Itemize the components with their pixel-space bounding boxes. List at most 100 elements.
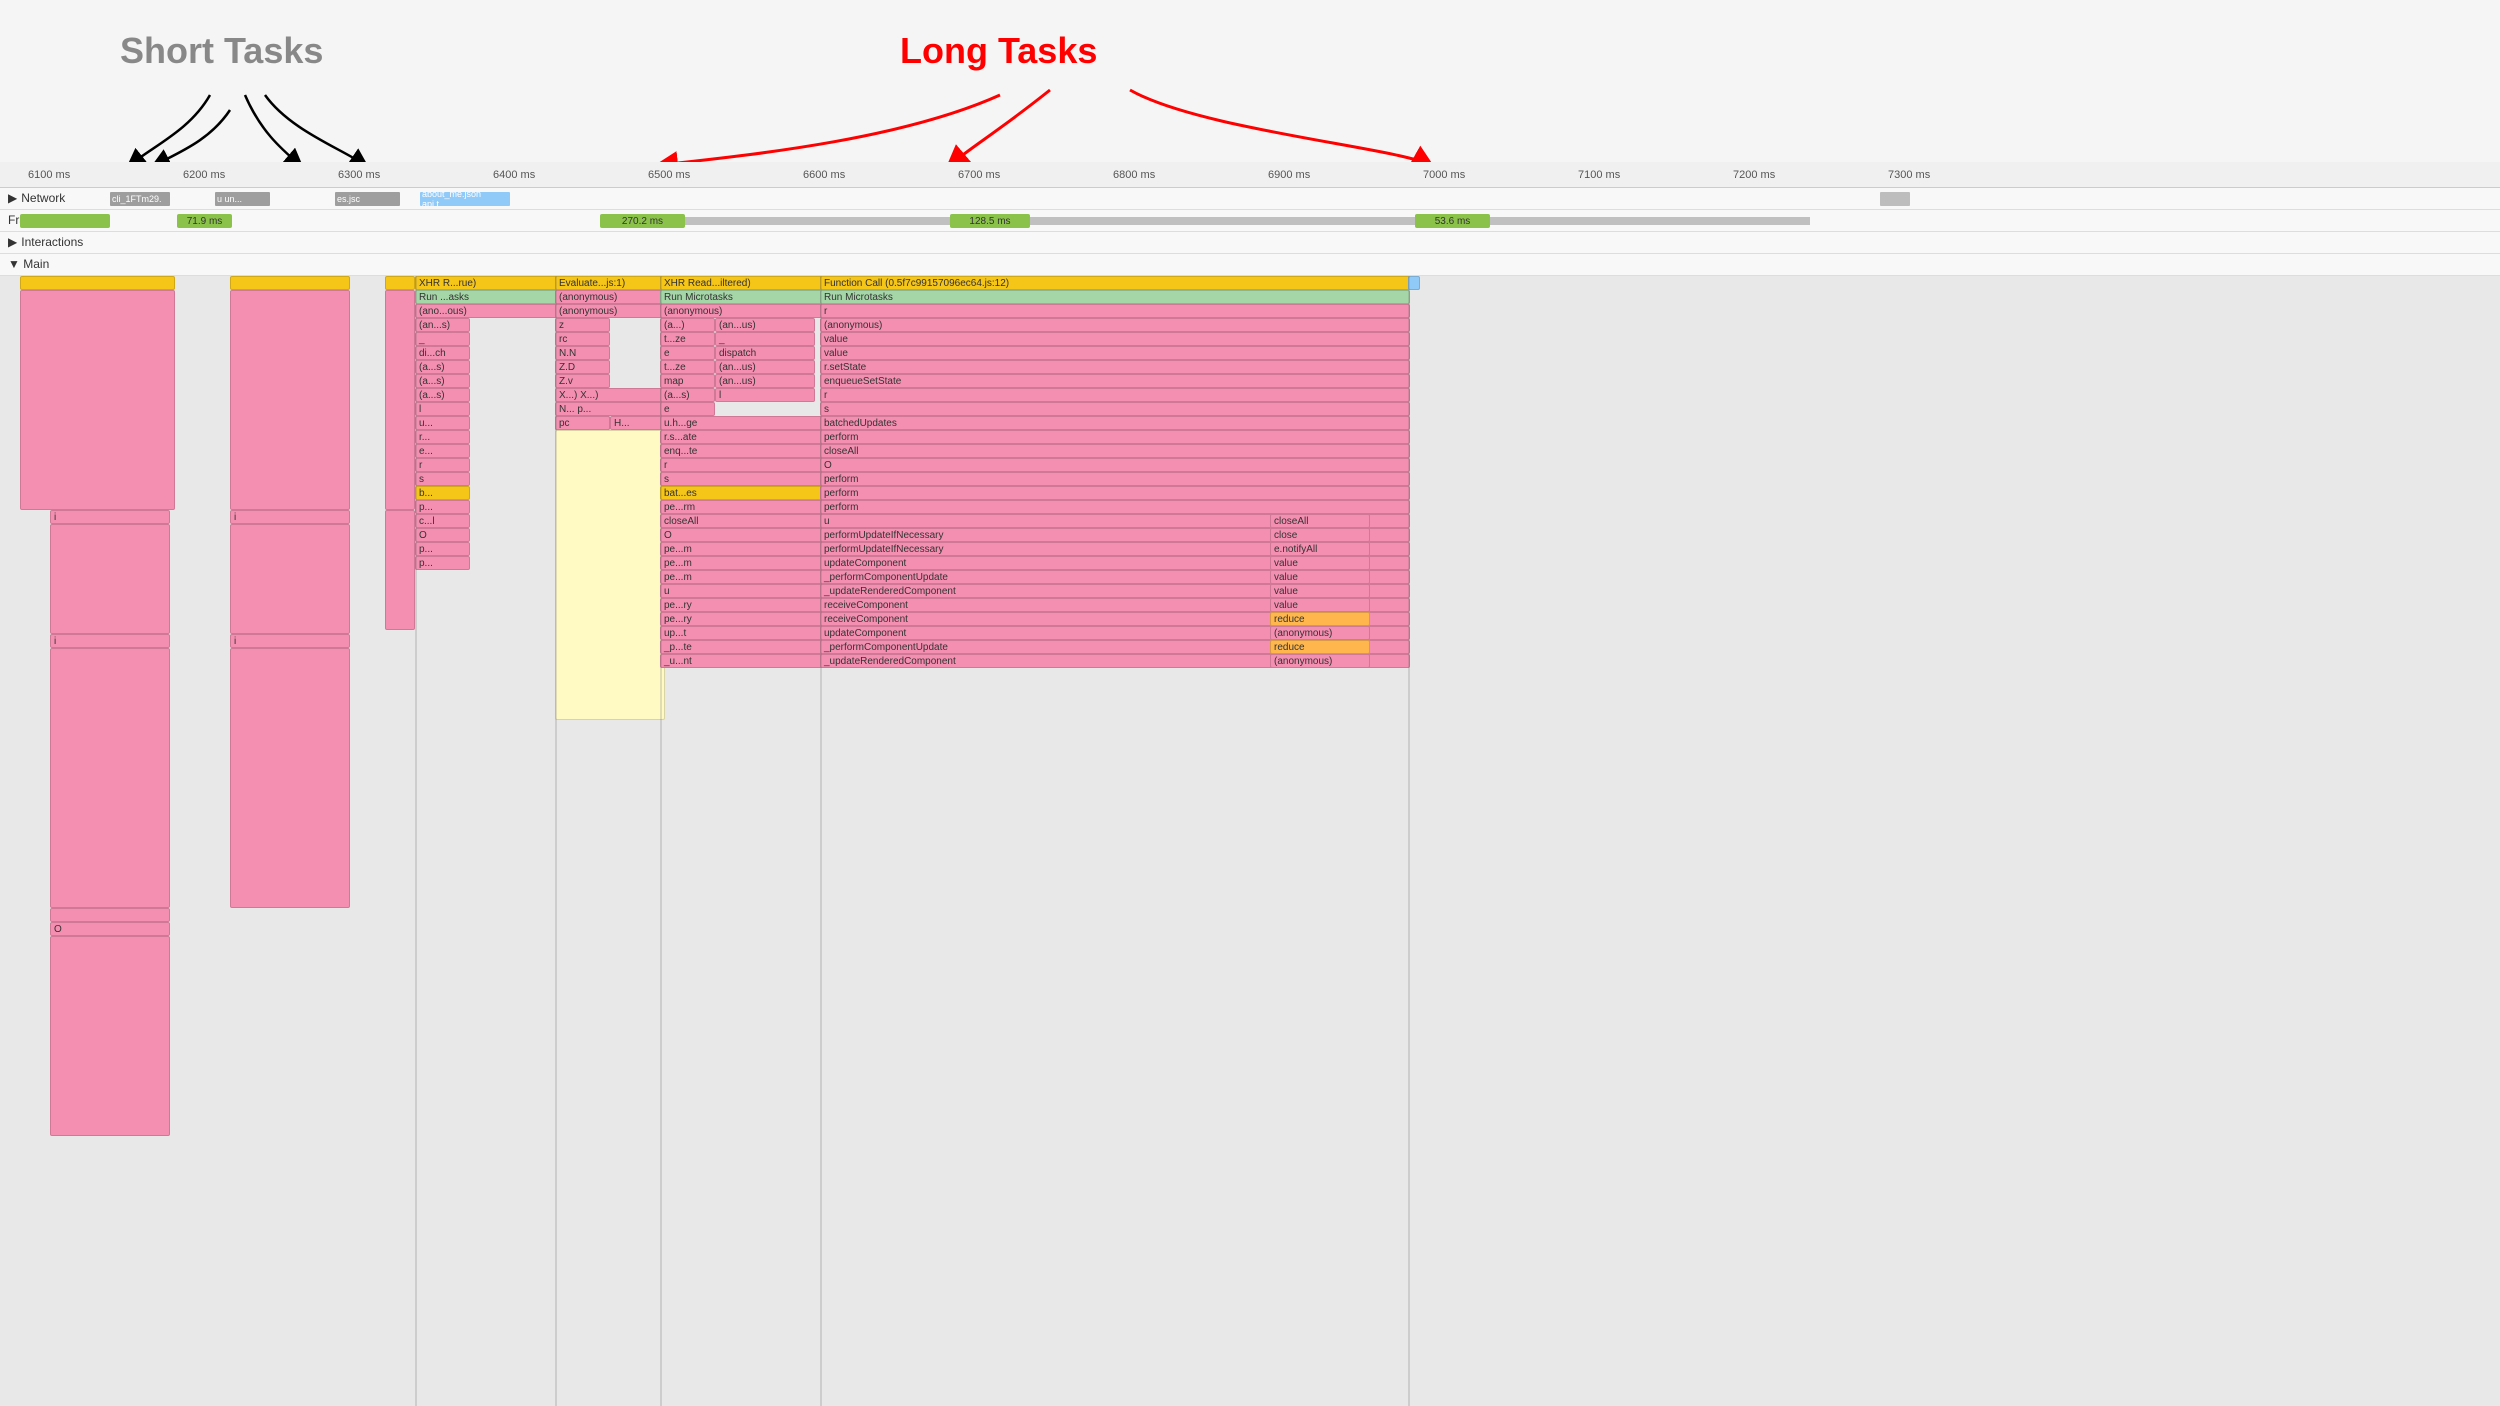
call-frame: close — [1270, 528, 1370, 542]
call-frame: (a...s) — [415, 374, 470, 388]
short-tasks-annotation: Short Tasks — [120, 30, 323, 72]
network-bar — [1880, 192, 1910, 206]
ruler-tick: 6600 ms — [803, 169, 845, 181]
frames-bar: 71.9 ms — [177, 214, 232, 228]
call-frame: Z.D — [555, 360, 610, 374]
call-frame — [50, 908, 170, 922]
call-frame — [385, 276, 415, 290]
call-frame: map — [660, 374, 715, 388]
ruler-tick: 6500 ms — [648, 169, 690, 181]
network-bar: es.jsc — [335, 192, 400, 206]
call-frame: i — [230, 634, 350, 648]
call-frame: p... — [415, 542, 470, 556]
call-frame — [555, 430, 665, 720]
call-frame: l — [715, 388, 815, 402]
call-frame: (a...s) — [660, 388, 715, 402]
call-frame: i — [50, 634, 170, 648]
call-frame: i — [50, 510, 170, 524]
call-frame: N... p... — [555, 402, 665, 416]
call-frame: closeAll — [820, 444, 1410, 458]
call-frame: (an...s) — [415, 318, 470, 332]
call-frame — [230, 648, 350, 908]
call-frame: (anonymous) — [1270, 654, 1370, 668]
call-frame: _ — [415, 332, 470, 346]
main-row: ▼ Main — [0, 254, 2500, 276]
ruler-tick: 7200 ms — [1733, 169, 1775, 181]
call-frame: value — [820, 346, 1410, 360]
call-frame — [20, 276, 175, 290]
call-frame: value — [1270, 584, 1370, 598]
call-frame: (a...) — [660, 318, 715, 332]
call-frame — [385, 290, 415, 510]
network-bar: about_me.json api.t... — [420, 192, 510, 206]
call-frame: s — [820, 402, 1410, 416]
ruler-tick: 6900 ms — [1268, 169, 1310, 181]
call-frame: r.setState — [820, 360, 1410, 374]
ruler-tick: 6100 ms — [28, 169, 70, 181]
call-frame: r — [415, 458, 470, 472]
network-triangle: ▶ — [8, 191, 17, 205]
frames-bar: 53.6 ms — [1415, 214, 1490, 228]
call-frame: dispatch — [715, 346, 815, 360]
call-frame: reduce — [1270, 612, 1370, 626]
call-frame: t...ze — [660, 360, 715, 374]
call-frame: r... — [415, 430, 470, 444]
call-frame: l — [415, 402, 470, 416]
call-frame: b... — [415, 486, 470, 500]
frames-bar: 270.2 ms — [600, 214, 685, 228]
ruler-tick: 6300 ms — [338, 169, 380, 181]
interactions-triangle: ▶ — [8, 235, 17, 249]
call-frame: rc — [555, 332, 610, 346]
call-frame — [50, 936, 170, 1136]
call-frame — [20, 290, 175, 510]
main-content: iiOiiXHR R...rue)Run ...asks(ano...ous)(… — [0, 276, 2500, 1406]
vertical-separator — [415, 276, 417, 1406]
network-bar: u un... — [215, 192, 270, 206]
call-frame: N.N — [555, 346, 610, 360]
call-frame: Z.v — [555, 374, 610, 388]
ruler-tick: 6800 ms — [1113, 169, 1155, 181]
call-frame: p... — [415, 556, 470, 570]
call-frame: perform — [820, 500, 1410, 514]
ruler-tick: 7100 ms — [1578, 169, 1620, 181]
network-label: ▶ Network — [8, 191, 65, 205]
call-frame — [230, 290, 350, 510]
ruler-tick: 6400 ms — [493, 169, 535, 181]
call-frame: perform — [820, 486, 1410, 500]
call-frame: s — [415, 472, 470, 486]
call-frame: O — [415, 528, 470, 542]
interactions-label: ▶ Interactions — [8, 235, 83, 249]
call-frame: (anonymous) — [1270, 626, 1370, 640]
call-frame: c...l — [415, 514, 470, 528]
call-frame: closeAll — [1270, 514, 1370, 528]
call-frame: i — [230, 510, 350, 524]
call-frame — [230, 524, 350, 634]
call-frame: enqueueSetState — [820, 374, 1410, 388]
call-frame: p... — [415, 500, 470, 514]
vertical-separator — [1408, 276, 1410, 1406]
interactions-row: ▶ Interactions — [0, 232, 2500, 254]
call-frame: reduce — [1270, 640, 1370, 654]
vertical-separator — [820, 276, 822, 1406]
call-frame: O — [820, 458, 1410, 472]
ruler-tick: 7000 ms — [1423, 169, 1465, 181]
call-frame: z — [555, 318, 610, 332]
vertical-separator — [660, 276, 662, 1406]
ruler-tick: 6200 ms — [183, 169, 225, 181]
call-frame: value — [1270, 570, 1370, 584]
call-frame: perform — [820, 472, 1410, 486]
ruler-tick: 6700 ms — [958, 169, 1000, 181]
call-frame: pc — [555, 416, 610, 430]
call-frame: (anonymous) — [555, 304, 665, 318]
call-frame: value — [820, 332, 1410, 346]
call-frame: X...) X...) — [555, 388, 665, 402]
call-frame — [230, 276, 350, 290]
frames-bar: 128.5 ms — [950, 214, 1030, 228]
call-frame: (a...s) — [415, 388, 470, 402]
network-bar: cli_1FTm29. — [110, 192, 170, 206]
network-row: ▶ Network cli_1FTm29. u un... es.jsc about_… — [0, 188, 2500, 210]
long-tasks-annotation: Long Tasks — [900, 30, 1097, 72]
call-frame: t...ze — [660, 332, 715, 346]
call-frame: e — [660, 346, 715, 360]
call-frame: (anonymous) — [555, 290, 665, 304]
